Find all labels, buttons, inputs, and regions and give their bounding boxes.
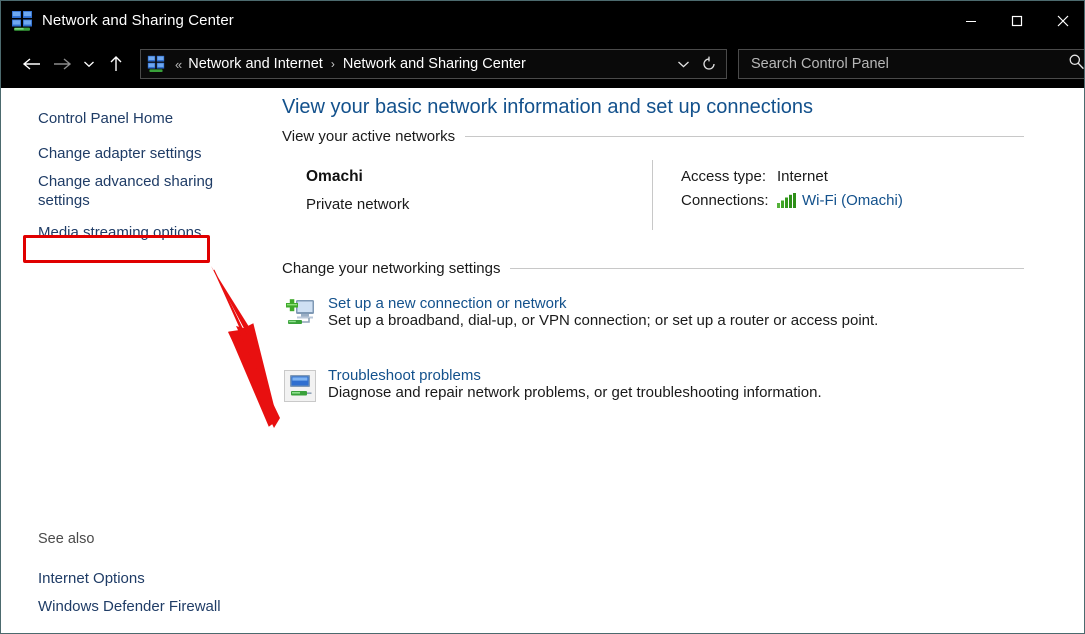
close-button[interactable] bbox=[1040, 1, 1084, 40]
task-set-up-new-connection: Set up a new connection or network Set u… bbox=[282, 294, 1024, 332]
address-toolbar: « Network and Internet › Network and Sha… bbox=[1, 40, 1084, 88]
task-troubleshoot-problems: Troubleshoot problems Diagnose and repai… bbox=[282, 366, 1024, 404]
sidebar-item-control-panel-home[interactable]: Control Panel Home bbox=[38, 109, 173, 128]
access-type-value: Internet bbox=[777, 168, 828, 185]
see-also-label: See also bbox=[38, 531, 95, 547]
section-header-change-settings: Change your networking settings bbox=[282, 260, 1024, 277]
task-body: Troubleshoot problems Diagnose and repai… bbox=[328, 366, 822, 404]
recent-locations-chevron-down-icon[interactable] bbox=[77, 48, 101, 80]
window-controls bbox=[948, 1, 1084, 40]
desc-set-up-new-connection: Set up a broadband, dial-up, or VPN conn… bbox=[328, 312, 879, 329]
section-header-active-networks-label: View your active networks bbox=[282, 128, 456, 145]
wifi-signal-bars-icon bbox=[777, 193, 796, 208]
maximize-button[interactable] bbox=[994, 1, 1040, 40]
forward-button[interactable] bbox=[47, 48, 77, 80]
sidebar-item-media-streaming-options[interactable]: Media streaming options bbox=[38, 223, 201, 242]
connections-row: Connections: Wi-Fi (Omachi) bbox=[681, 192, 903, 209]
new-connection-icon bbox=[282, 296, 318, 332]
search-icon[interactable] bbox=[1068, 53, 1084, 75]
sidebar: Control Panel Home Change adapter settin… bbox=[1, 88, 266, 633]
window-title: Network and Sharing Center bbox=[42, 12, 234, 29]
connections-label: Connections: bbox=[681, 192, 769, 209]
active-network-identity: Omachi Private network bbox=[282, 160, 652, 236]
connections-value-link[interactable]: Wi-Fi (Omachi) bbox=[802, 192, 903, 209]
address-bar[interactable]: « Network and Internet › Network and Sha… bbox=[140, 49, 727, 79]
sidebar-item-windows-defender-firewall[interactable]: Windows Defender Firewall bbox=[38, 597, 221, 616]
access-type-label: Access type: bbox=[681, 168, 767, 185]
up-button[interactable] bbox=[101, 48, 131, 80]
link-set-up-new-connection[interactable]: Set up a new connection or network bbox=[328, 295, 878, 312]
breadcrumb-separator-icon: › bbox=[330, 57, 335, 71]
active-network-details: Access type: Internet Connections: Wi-Fi… bbox=[653, 160, 903, 236]
section-divider bbox=[510, 268, 1024, 269]
access-type-row: Access type: Internet bbox=[681, 168, 903, 185]
troubleshoot-icon bbox=[282, 368, 318, 404]
page-title: View your basic network information and … bbox=[282, 96, 814, 118]
title-bar: Network and Sharing Center bbox=[1, 1, 1084, 40]
refresh-icon[interactable] bbox=[696, 51, 722, 77]
breadcrumb-network-and-sharing-center[interactable]: Network and Sharing Center bbox=[341, 56, 528, 72]
task-body: Set up a new connection or network Set u… bbox=[328, 294, 878, 332]
window-body: Control Panel Home Change adapter settin… bbox=[1, 88, 1084, 633]
link-troubleshoot-problems[interactable]: Troubleshoot problems bbox=[328, 367, 822, 384]
network-name: Omachi bbox=[306, 168, 363, 185]
main-content: View your basic network information and … bbox=[266, 88, 1084, 633]
sidebar-item-change-adapter-settings[interactable]: Change adapter settings bbox=[38, 144, 201, 163]
section-header-change-settings-label: Change your networking settings bbox=[282, 260, 501, 277]
search-box[interactable] bbox=[738, 49, 1084, 79]
sidebar-item-change-advanced-sharing-settings[interactable]: Change advanced sharing settings bbox=[38, 172, 218, 210]
minimize-button[interactable] bbox=[948, 1, 994, 40]
back-button[interactable] bbox=[17, 48, 47, 80]
address-chevron-down-icon[interactable] bbox=[670, 51, 696, 77]
desc-troubleshoot-problems: Diagnose and repair network problems, or… bbox=[328, 384, 822, 401]
breadcrumb-network-and-internet[interactable]: Network and Internet bbox=[186, 56, 325, 72]
search-input[interactable] bbox=[749, 55, 1068, 73]
network-sharing-center-window: Network and Sharing Center « Network and… bbox=[0, 0, 1085, 634]
section-divider bbox=[465, 136, 1024, 137]
sidebar-item-internet-options[interactable]: Internet Options bbox=[38, 569, 145, 588]
network-computers-icon bbox=[11, 10, 33, 32]
address-network-computers-icon bbox=[147, 55, 165, 73]
breadcrumb-overflow-icon[interactable]: « bbox=[171, 57, 186, 72]
section-header-active-networks: View your active networks bbox=[282, 128, 1024, 145]
active-network-row: Omachi Private network Access type: Inte… bbox=[282, 160, 1024, 236]
network-type: Private network bbox=[306, 196, 410, 213]
